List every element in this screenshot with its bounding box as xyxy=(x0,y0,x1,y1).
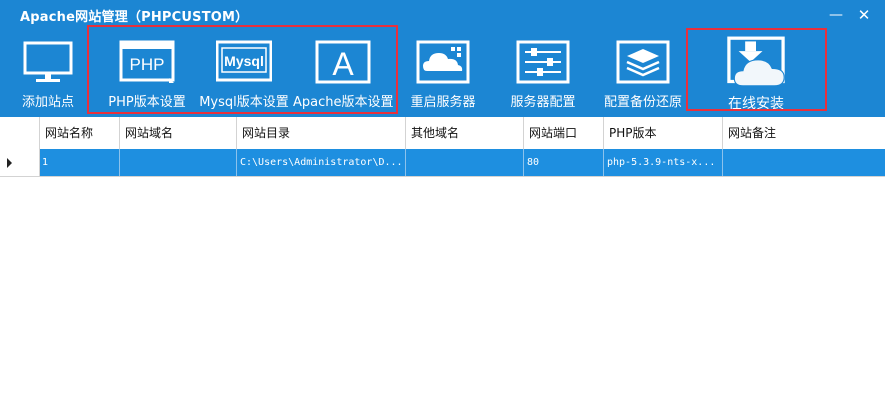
php-version-label: PHP版本设置 xyxy=(108,95,186,110)
column-header-site-domain[interactable]: 网站域名 xyxy=(120,117,237,149)
cell-site-domain[interactable] xyxy=(120,149,237,176)
minimize-button[interactable]: — xyxy=(826,5,846,25)
window-title: Apache网站管理（PHPCUSTOM） xyxy=(20,10,249,25)
minimize-icon: — xyxy=(829,7,843,23)
cell-other-domains[interactable] xyxy=(406,149,524,176)
column-header-site-notes[interactable]: 网站备注 xyxy=(723,117,885,149)
app-window: Apache网站管理（PHPCUSTOM） — ✕ 添加站点 PHP PHP版本… xyxy=(0,0,885,410)
column-header-site-port[interactable]: 网站端口 xyxy=(524,117,604,149)
column-header-site-directory[interactable]: 网站目录 xyxy=(237,117,406,149)
layers-icon xyxy=(616,40,670,84)
online-install-label: 在线安装 xyxy=(728,96,784,112)
add-site-button[interactable]: 添加站点 xyxy=(10,32,86,112)
online-install-button[interactable]: 在线安装 xyxy=(696,32,816,112)
cell-site-notes[interactable] xyxy=(723,149,885,176)
close-icon: ✕ xyxy=(857,6,871,24)
server-config-button[interactable]: 服务器配置 xyxy=(502,32,584,112)
backup-restore-label: 配置备份还原 xyxy=(603,95,682,110)
apache-icon: A xyxy=(315,40,371,84)
mysql-icon: Mysql xyxy=(216,40,272,82)
apache-icon-text: A xyxy=(332,46,354,82)
mysql-version-label: Mysql版本设置 xyxy=(199,95,289,110)
cell-site-name[interactable]: 1 xyxy=(39,149,120,176)
title-bar[interactable]: Apache网站管理（PHPCUSTOM） — ✕ xyxy=(0,0,885,30)
column-header-site-name[interactable]: 网站名称 xyxy=(40,117,120,149)
mysql-icon-text: Mysql xyxy=(224,53,264,69)
php-icon-text: PHP xyxy=(130,55,165,74)
toolbar: 添加站点 PHP PHP版本设置 Mysql Mysql版本设置 A Apach… xyxy=(0,25,885,117)
cell-site-directory[interactable]: C:\Users\Administrator\D... xyxy=(237,149,406,176)
monitor-icon xyxy=(23,41,73,82)
restart-server-button[interactable]: 重启服务器 xyxy=(404,32,482,112)
apache-version-label: Apache版本设置 xyxy=(293,95,394,110)
row-header-corner xyxy=(0,117,40,149)
server-config-label: 服务器配置 xyxy=(510,95,576,110)
backup-restore-button[interactable]: 配置备份还原 xyxy=(598,32,688,112)
table-row[interactable]: 1 C:\Users\Administrator\D... 80 php-5.3… xyxy=(0,149,885,177)
cloud-server-icon xyxy=(416,40,470,84)
mysql-version-button[interactable]: Mysql Mysql版本设置 xyxy=(197,32,291,112)
add-site-label: 添加站点 xyxy=(21,95,74,110)
restart-server-label: 重启服务器 xyxy=(410,95,476,110)
php-icon: PHP xyxy=(119,40,175,83)
column-header-other-domains[interactable]: 其他域名 xyxy=(406,117,524,149)
row-selector[interactable] xyxy=(0,149,40,177)
site-grid[interactable]: 网站名称 网站域名 网站目录 其他域名 网站端口 PHP版本 网站备注 1 C:… xyxy=(0,117,885,410)
column-header-php-version[interactable]: PHP版本 xyxy=(604,117,723,149)
cloud-download-icon xyxy=(727,36,785,87)
cell-site-port[interactable]: 80 xyxy=(524,149,604,176)
apache-version-button[interactable]: A Apache版本设置 xyxy=(293,32,394,112)
grid-header: 网站名称 网站域名 网站目录 其他域名 网站端口 PHP版本 网站备注 xyxy=(0,117,885,150)
php-version-button[interactable]: PHP PHP版本设置 xyxy=(102,32,192,112)
row-pointer-icon xyxy=(7,158,12,168)
sliders-icon xyxy=(516,40,570,84)
cell-php-version[interactable]: php-5.3.9-nts-x... xyxy=(604,149,723,176)
close-button[interactable]: ✕ xyxy=(854,5,874,25)
